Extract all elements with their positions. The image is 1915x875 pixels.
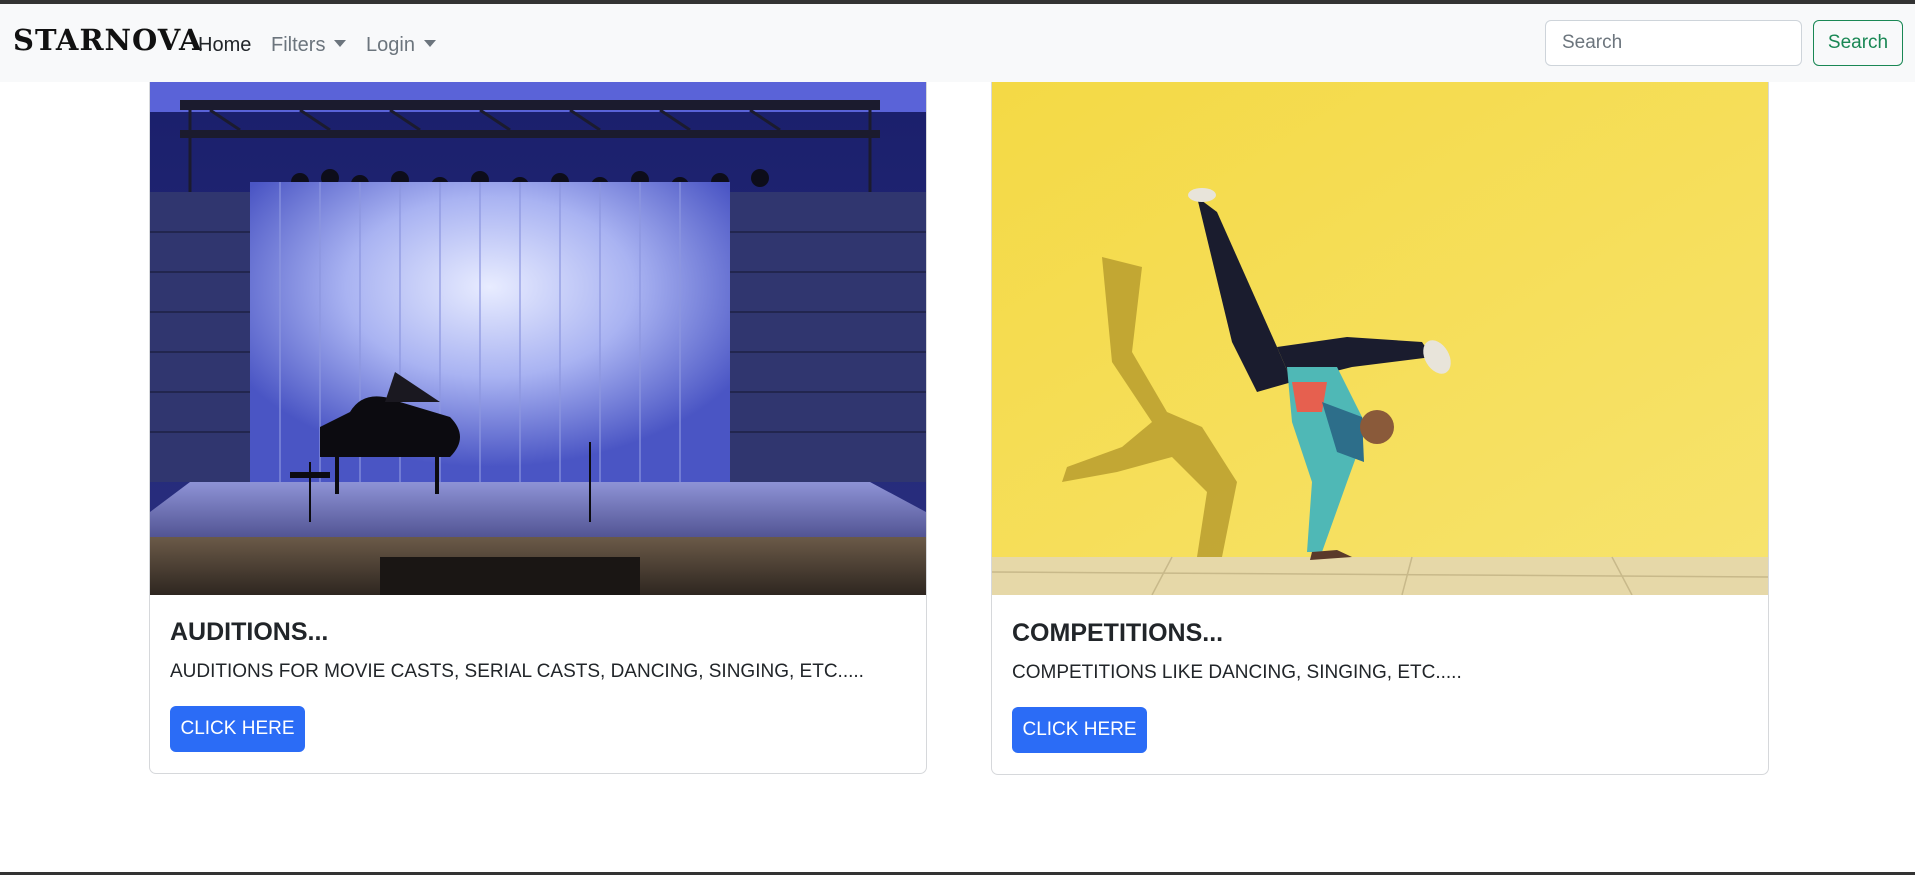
chevron-down-icon (423, 40, 436, 47)
competitions-card: COMPETITIONS... COMPETITIONS LIKE DANCIN… (991, 82, 1769, 775)
nav-dropdown-login[interactable]: Login (366, 35, 436, 55)
nav-dropdown-filters[interactable]: Filters (271, 34, 347, 56)
chevron-down-icon (334, 40, 347, 47)
card-text: AUDITIONS FOR MOVIE CASTS, SERIAL CASTS,… (170, 661, 864, 682)
breakdancer-image (992, 82, 1768, 595)
card-text: COMPETITIONS LIKE DANCING, SINGING, ETC.… (1012, 662, 1462, 683)
search-input[interactable] (1545, 20, 1802, 66)
card-title: COMPETITIONS... (1012, 619, 1224, 647)
navbar: STARNOVA Home Filters Login Search (0, 4, 1915, 82)
card-title: AUDITIONS... (170, 618, 329, 646)
nav-link-home[interactable]: Home (198, 35, 251, 55)
nav-dropdown-filters-label: Filters (271, 34, 326, 56)
brand-logo[interactable]: STARNOVA (13, 26, 203, 55)
competitions-click-here-button[interactable]: CLICK HERE (1012, 707, 1147, 753)
search-button[interactable]: Search (1813, 20, 1903, 66)
stage-piano-image (150, 82, 926, 595)
nav-dropdown-login-label: Login (366, 34, 415, 56)
auditions-card: AUDITIONS... AUDITIONS FOR MOVIE CASTS, … (149, 82, 927, 774)
auditions-click-here-button[interactable]: CLICK HERE (170, 706, 305, 752)
